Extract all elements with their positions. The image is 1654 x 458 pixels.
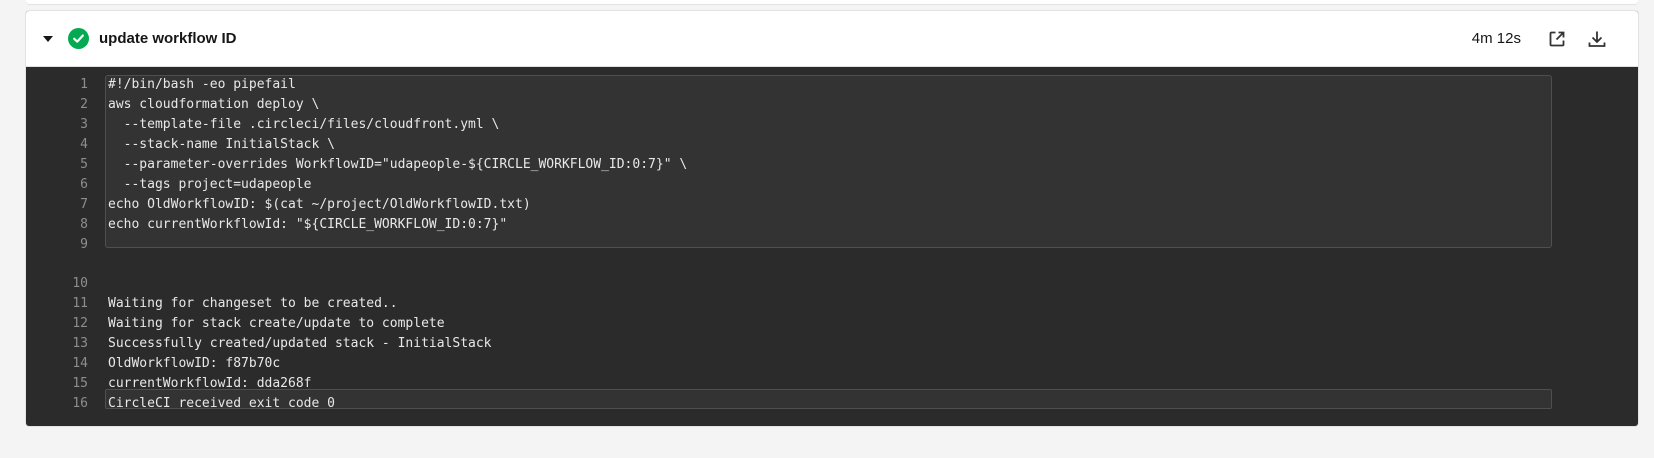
log-line: 1 #!/bin/bash -eo pipefail xyxy=(26,75,1638,95)
output-lines: 10 11 Waiting for changeset to be created.… xyxy=(26,274,1638,414)
line-number[interactable]: 11 xyxy=(26,294,88,314)
log-line: 14 OldWorkflowID: f87b70c xyxy=(26,354,1638,374)
line-text: Waiting for stack create/update to compl… xyxy=(108,316,445,331)
step-panel: update workflow ID 4m 12s 1 #!/bin/bash -… xyxy=(26,11,1638,426)
check-circle-icon xyxy=(68,28,89,49)
line-text: --template-file .circleci/files/cloudfro… xyxy=(108,117,500,132)
log-line: 3 --template-file .circleci/files/cloudf… xyxy=(26,115,1638,135)
line-text: CircleCI received exit code 0 xyxy=(108,396,335,411)
previous-step-card xyxy=(26,0,1638,5)
line-number[interactable]: 13 xyxy=(26,334,88,354)
log-line: 5 --parameter-overrides WorkflowID="udap… xyxy=(26,155,1638,175)
line-text: currentWorkflowId: dda268f xyxy=(108,376,312,391)
log-line: 11 Waiting for changeset to be created.. xyxy=(26,294,1638,314)
log-line: 13 Successfully created/updated stack - I… xyxy=(26,334,1638,354)
line-text: echo OldWorkflowID: $(cat ~/project/OldW… xyxy=(108,197,531,212)
step-title: update workflow ID xyxy=(99,30,237,47)
step-duration: 4m 12s xyxy=(1471,30,1521,47)
line-text: Waiting for changeset to be created.. xyxy=(108,296,398,311)
line-text: OldWorkflowID: f87b70c xyxy=(108,356,281,371)
step-header[interactable]: update workflow ID 4m 12s xyxy=(26,11,1638,67)
line-text: Successfully created/updated stack - Ini… xyxy=(108,336,492,351)
log-line: 16 CircleCI received exit code 0 xyxy=(26,394,1638,414)
line-number[interactable]: 9 xyxy=(26,235,88,255)
download-icon[interactable] xyxy=(1583,25,1611,53)
line-text: --tags project=udapeople xyxy=(108,177,312,192)
external-link-icon[interactable] xyxy=(1543,25,1571,53)
line-number[interactable]: 3 xyxy=(26,115,88,135)
line-number[interactable]: 1 xyxy=(26,75,88,95)
line-number[interactable]: 4 xyxy=(26,135,88,155)
log-line: 4 --stack-name InitialStack \ xyxy=(26,135,1638,155)
line-text: aws cloudformation deploy \ xyxy=(108,97,320,112)
line-text: --parameter-overrides WorkflowID="udapeo… xyxy=(108,157,688,172)
line-number[interactable]: 10 xyxy=(26,274,88,294)
line-number[interactable]: 2 xyxy=(26,95,88,115)
log-line: 15 currentWorkflowId: dda268f xyxy=(26,374,1638,394)
command-lines: 1 #!/bin/bash -eo pipefail 2 aws cloudforma… xyxy=(26,75,1638,255)
line-number[interactable]: 16 xyxy=(26,394,88,414)
line-text: echo currentWorkflowId: "${CIRCLE_WORKFL… xyxy=(108,217,508,232)
step-output-log: 1 #!/bin/bash -eo pipefail 2 aws cloudforma… xyxy=(26,67,1638,414)
line-number[interactable]: 8 xyxy=(26,215,88,235)
caret-down-icon[interactable] xyxy=(41,32,55,46)
log-line: 9 xyxy=(26,235,1638,255)
line-text: #!/bin/bash -eo pipefail xyxy=(108,77,296,92)
log-line: 6 --tags project=udapeople xyxy=(26,175,1638,195)
line-number[interactable]: 14 xyxy=(26,354,88,374)
line-number[interactable]: 12 xyxy=(26,314,88,334)
log-line: 2 aws cloudformation deploy \ xyxy=(26,95,1638,115)
log-line: 8 echo currentWorkflowId: "${CIRCLE_WORKF… xyxy=(26,215,1638,235)
log-line: 10 xyxy=(26,274,1638,294)
log-line: 12 Waiting for stack create/update to com… xyxy=(26,314,1638,334)
line-number[interactable]: 5 xyxy=(26,155,88,175)
line-number[interactable]: 6 xyxy=(26,175,88,195)
line-number[interactable]: 15 xyxy=(26,374,88,394)
line-text: --stack-name InitialStack \ xyxy=(108,137,335,152)
line-number[interactable]: 7 xyxy=(26,195,88,215)
log-line: 7 echo OldWorkflowID: $(cat ~/project/Old… xyxy=(26,195,1638,215)
